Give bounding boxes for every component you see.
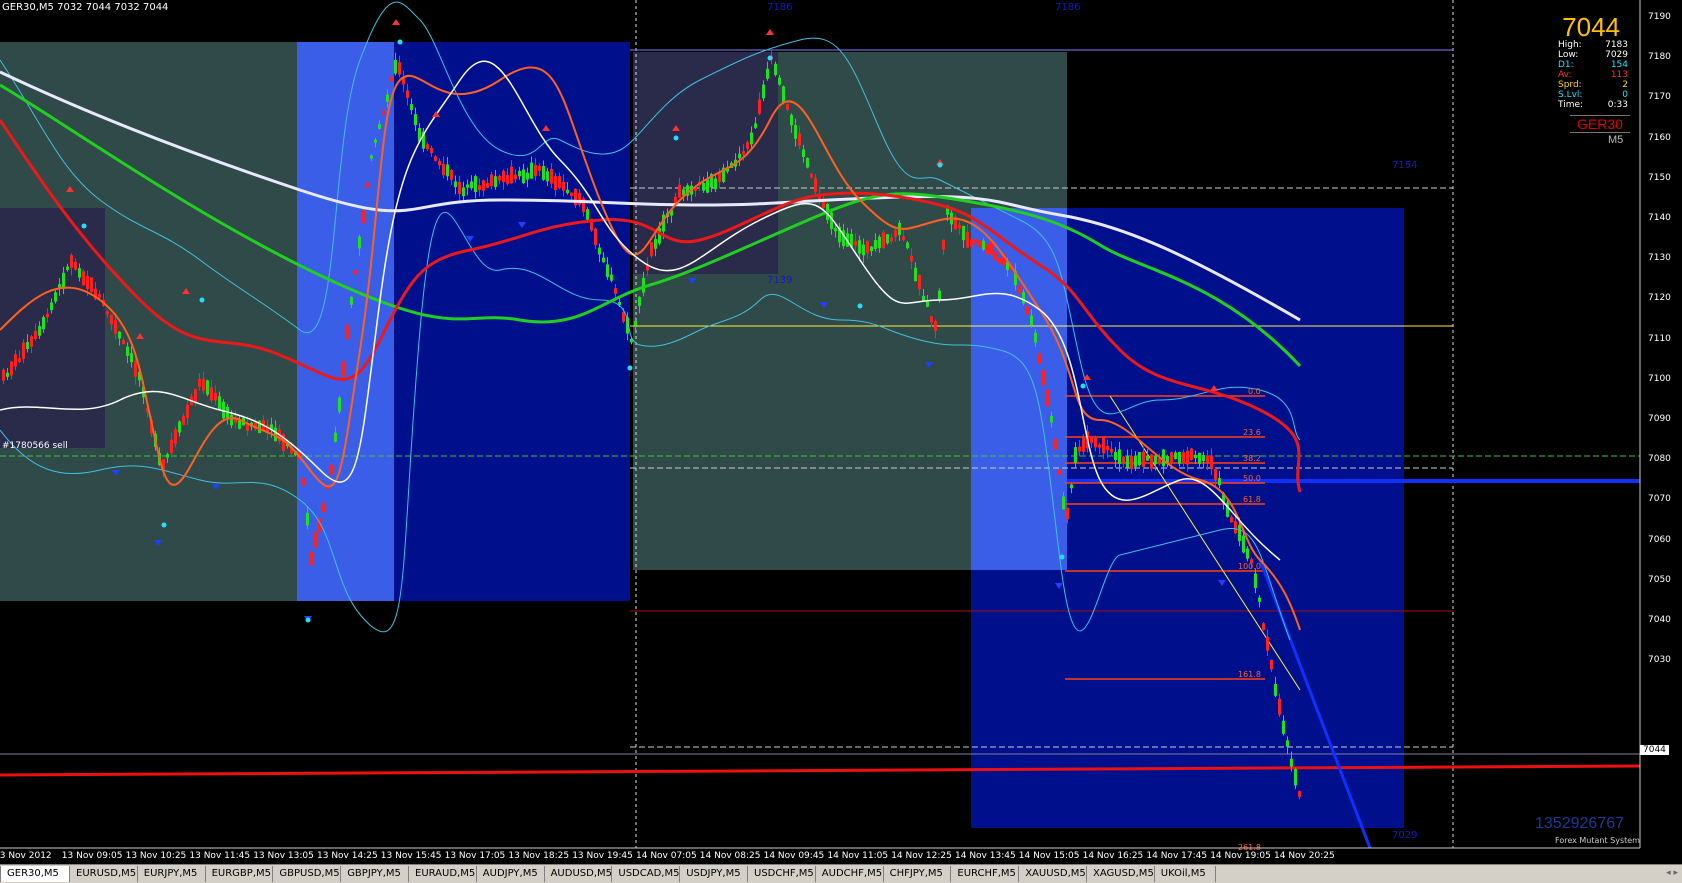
price-tick: 7040 — [1648, 615, 1671, 625]
tab-usdcad-m5[interactable]: USDCAD,M5 — [612, 866, 681, 882]
price-tick: 7190 — [1648, 12, 1671, 22]
price-tick: 7100 — [1648, 373, 1671, 384]
time-tick: 13 Nov 2012 — [0, 851, 52, 861]
price-tick: 7060 — [1648, 534, 1671, 545]
time-tick: 14 Nov 11:05 — [827, 851, 889, 861]
tab-usdjpy-m5[interactable]: USDJPY,M5 — [680, 866, 748, 882]
tab-usdchf-m5[interactable]: USDCHF,M5 — [748, 866, 816, 882]
tab-audusd-m5[interactable]: AUDUSD,M5 — [545, 866, 613, 882]
time-tick: 14 Nov 08:25 — [699, 851, 761, 861]
chart-tabs: GER30,M5 EURUSD,M5 EURJPY,M5 EURGBP,M5 GBPUS… — [0, 864, 1682, 883]
tab-xagusd-m5[interactable]: XAGUSD,M5 — [1087, 866, 1155, 882]
tab-eurgbp-m5[interactable]: EURGBP,M5 — [206, 866, 274, 882]
tab-ger30-m5[interactable]: GER30,M5 — [0, 866, 70, 882]
tab-gbpusd-m5[interactable]: GBPUSD,M5 — [273, 866, 342, 882]
time-tick: 14 Nov 15:05 — [1018, 851, 1080, 861]
time-tick: 13 Nov 10:25 — [125, 851, 187, 861]
tab-eurjpy-m5[interactable]: EURJPY,M5 — [138, 866, 206, 882]
price-tick: 7120 — [1648, 293, 1671, 304]
tab-audchf-m5[interactable]: AUDCHF,M5 — [816, 866, 884, 882]
time-tick: 13 Nov 15:45 — [380, 851, 442, 861]
time-tick: 14 Nov 17:45 — [1146, 851, 1208, 861]
price-tick: 7050 — [1648, 574, 1671, 585]
tab-scroll-arrows[interactable]: ◂ ▸ — [1666, 868, 1678, 878]
price-tick: 7030 — [1648, 655, 1671, 666]
time-tick: 13 Nov 13:05 — [253, 851, 314, 861]
time-tick: 13 Nov 11:45 — [189, 851, 251, 861]
tab-eurusd-m5[interactable]: EURUSD,M5 — [70, 866, 138, 882]
tab-euraud-m5[interactable]: EURAUD,M5 — [409, 866, 477, 882]
price-tick: 7130 — [1648, 253, 1671, 264]
time-tick: 13 Nov 09:05 — [61, 851, 123, 861]
current-price-tag: 7044 — [1640, 745, 1669, 755]
time-tick: 14 Nov 19:05 — [1210, 851, 1271, 861]
time-tick: 13 Nov 14:25 — [317, 851, 378, 861]
tab-ukoil-m5[interactable]: UKOil,M5 — [1155, 866, 1217, 882]
price-tick: 7090 — [1648, 414, 1671, 424]
price-tick: 7140 — [1648, 213, 1671, 223]
time-tick: 14 Nov 16:25 — [1082, 851, 1144, 861]
time-tick: 14 Nov 07:05 — [636, 851, 697, 861]
price-tick: 7160 — [1648, 132, 1671, 143]
time-tick: 13 Nov 17:05 — [444, 851, 506, 861]
price-tick: 7170 — [1648, 92, 1671, 103]
tab-gbpjpy-m5[interactable]: GBPJPY,M5 — [341, 866, 409, 882]
tab-chfjpy-m5[interactable]: CHFJPY,M5 — [884, 866, 952, 882]
time-tick: 14 Nov 12:25 — [891, 851, 952, 861]
time-tick: 14 Nov 09:45 — [763, 851, 825, 861]
time-tick: 14 Nov 13:45 — [955, 851, 1016, 861]
time-tick: 14 Nov 20:25 — [1274, 851, 1335, 861]
tab-xauusd-m5[interactable]: XAUUSD,M5 — [1019, 866, 1087, 882]
price-tick: 7150 — [1648, 172, 1671, 183]
tab-eurchf-m5[interactable]: EURCHF,M5 — [951, 866, 1020, 882]
time-tick: 13 Nov 18:25 — [508, 851, 570, 861]
tab-audjpy-m5[interactable]: AUDJPY,M5 — [477, 866, 545, 882]
price-tick: 7110 — [1648, 333, 1671, 344]
chart-area[interactable]: GER30,M5 7032 7044 7032 7044 #1780566 se… — [0, 0, 1682, 864]
price-tick: 7070 — [1648, 494, 1671, 505]
price-tick: 7080 — [1648, 454, 1671, 465]
price-tick: 7180 — [1648, 52, 1671, 63]
time-tick: 13 Nov 19:45 — [572, 851, 633, 861]
